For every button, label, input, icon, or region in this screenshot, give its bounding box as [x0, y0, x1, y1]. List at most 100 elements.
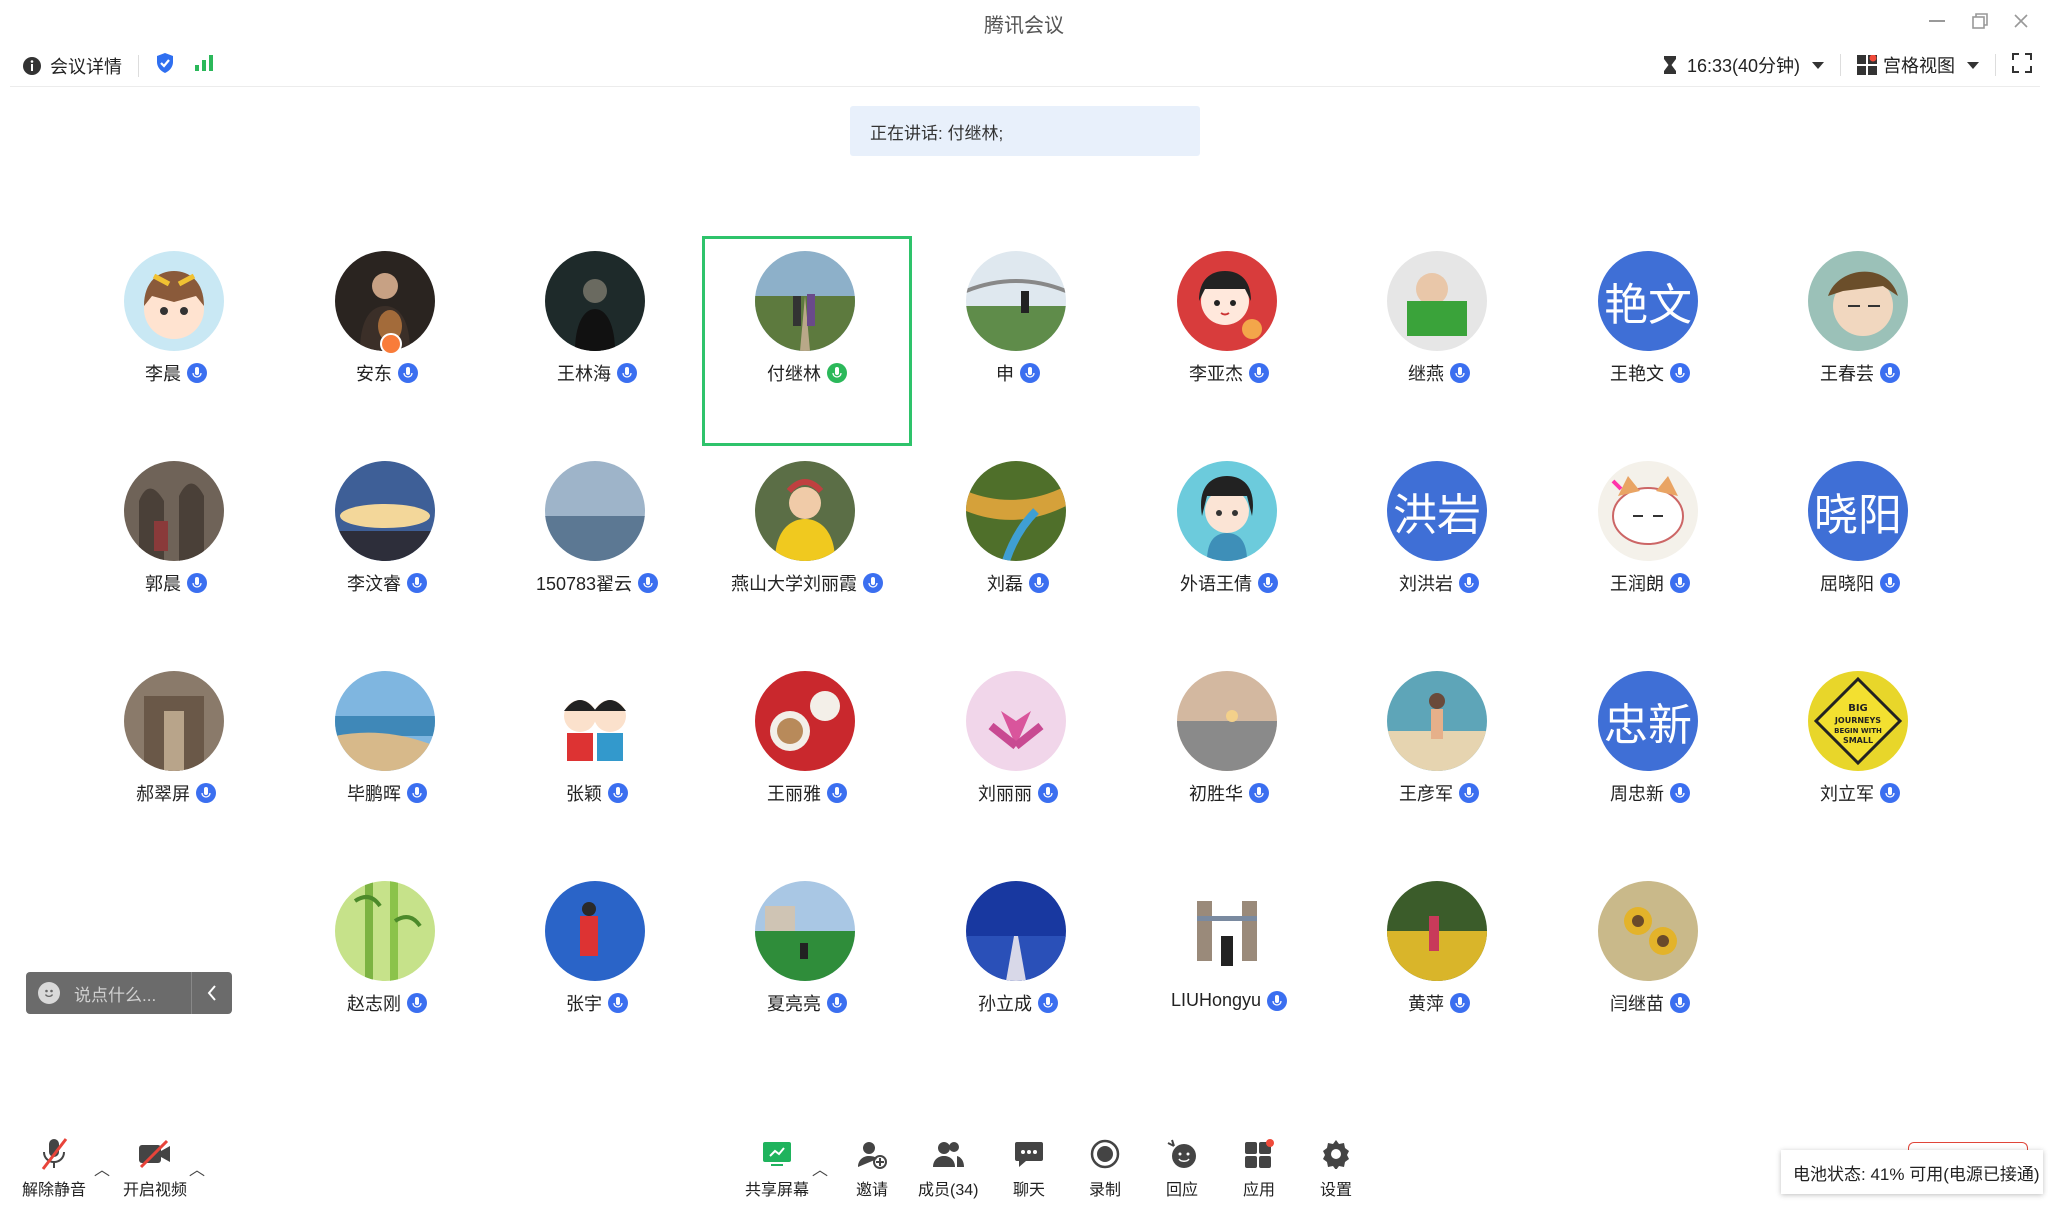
avatar [1598, 461, 1698, 561]
video-options-chevron-icon[interactable]: ︿ [189, 1156, 205, 1180]
participant-name-row: 李亚杰 [1124, 360, 1334, 386]
participant-tile[interactable]: 燕山大学刘丽霞 [702, 446, 912, 656]
participant-tile[interactable]: 洪岩 刘洪岩 [1334, 446, 1544, 656]
emoji-icon[interactable] [38, 982, 60, 1004]
share-options-chevron-icon[interactable]: ︿ [812, 1156, 828, 1180]
invite-button[interactable]: 邀请 [852, 1136, 892, 1200]
quick-chat-placeholder[interactable]: 说点什么... [74, 981, 156, 1006]
participant-name: 150783翟云 [535, 574, 633, 594]
participant-name-row: 刘磊 [913, 570, 1123, 596]
participant-name: 燕山大学刘丽霞 [731, 574, 857, 594]
participant-tile[interactable]: 王彦军 [1334, 656, 1544, 866]
share-screen-button[interactable]: 共享屏幕 [745, 1136, 809, 1200]
host-badge-icon [380, 333, 402, 355]
meeting-details-label: 会议详情 [50, 56, 122, 77]
participant-tile[interactable]: 安东 [282, 236, 492, 446]
close-button[interactable] [2004, 8, 2038, 34]
participant-tile[interactable]: 毕鹏晖 [282, 656, 492, 866]
participant-name: 刘洪岩 [1399, 574, 1453, 594]
chevron-down-icon [1812, 61, 1824, 69]
participant-tile[interactable]: 外语王倩 [1124, 446, 1334, 656]
mic-icon [1670, 783, 1690, 803]
svg-text:JOURNEYS: JOURNEYS [1834, 716, 1881, 725]
mic-icon [1038, 993, 1058, 1013]
participant-grid: 李晨 安东 王林海 付继林申李亚杰 继燕 艳文 王艳文王春芸郭晨李汶睿 150783翟云 燕山大… [0, 0, 2048, 1214]
participant-tile[interactable]: 闫继苗 [1545, 866, 1755, 1076]
participant-tile[interactable]: 付继林 [702, 236, 912, 446]
participant-tile[interactable]: 李晨 [71, 236, 281, 446]
mic-icon [1880, 783, 1900, 803]
participant-name-row: 刘丽丽 [913, 780, 1123, 806]
participant-tile[interactable]: 孙立成 [913, 866, 1123, 1076]
camera-off-icon [139, 1139, 170, 1169]
mic-icon [407, 993, 427, 1013]
participant-tile[interactable]: 刘丽丽 [913, 656, 1123, 866]
participant-tile[interactable]: 郝翠屏 [71, 656, 281, 866]
info-icon [23, 56, 41, 75]
avatar [966, 881, 1066, 981]
participant-tile[interactable]: 申 [913, 236, 1123, 446]
participant-name: 王春芸 [1820, 364, 1874, 384]
svg-text:SMALL: SMALL [1843, 736, 1873, 745]
mic-icon [1249, 783, 1269, 803]
participant-tile[interactable]: 艳文 王艳文 [1545, 236, 1755, 446]
start-video-button[interactable]: 开启视频 [123, 1136, 187, 1200]
avatar [335, 461, 435, 561]
divider [138, 54, 139, 77]
participant-tile[interactable]: 初胜华 [1124, 656, 1334, 866]
participant-tile[interactable]: 王林海 [492, 236, 702, 446]
participant-tile[interactable]: 王润朗 [1545, 446, 1755, 656]
participant-tile[interactable]: LIUHongyu [1124, 866, 1334, 1076]
settings-button[interactable]: 设置 [1316, 1136, 1356, 1200]
participant-tile[interactable]: 继燕 [1334, 236, 1544, 446]
avatar [1598, 881, 1698, 981]
participant-name: 李汶睿 [347, 574, 401, 594]
participant-tile[interactable]: 张宇 [492, 866, 702, 1076]
participant-tile[interactable]: 李亚杰 [1124, 236, 1334, 446]
unmute-button[interactable]: 解除静音 [22, 1136, 86, 1200]
participant-tile[interactable]: 李汶睿 [282, 446, 492, 656]
participant-tile[interactable]: 张颖 [492, 656, 702, 866]
participant-tile[interactable]: 晓阳 屈晓阳 [1755, 446, 1965, 656]
divider [1995, 54, 1996, 76]
participant-name-row: 王润朗 [1545, 570, 1755, 596]
participant-tile[interactable]: 忠新 周忠新 [1545, 656, 1755, 866]
participant-tile[interactable]: 王春芸 [1755, 236, 1965, 446]
participant-name: 赵志刚 [347, 994, 401, 1014]
participant-tile[interactable]: 郭晨 [71, 446, 281, 656]
signal-strength-icon[interactable] [195, 55, 213, 76]
react-button[interactable]: 回应 [1162, 1136, 1202, 1200]
mic-icon [1258, 573, 1278, 593]
fullscreen-button[interactable] [2012, 52, 2032, 78]
participant-tile[interactable]: 王丽雅 [702, 656, 912, 866]
participant-name-row: 王林海 [492, 360, 702, 386]
view-mode-button[interactable]: 宫格视图 [1857, 52, 1979, 78]
collapse-chat-button[interactable] [191, 972, 232, 1014]
participant-tile[interactable]: 夏亮亮 [702, 866, 912, 1076]
meeting-timer[interactable]: 16:33(40分钟) [1663, 52, 1824, 78]
participant-tile[interactable]: BIG JOURNEYS BEGIN WITH SMALL 刘立军 [1755, 656, 1965, 866]
meeting-details-button[interactable]: 会议详情 [22, 53, 122, 79]
record-label: 录制 [1088, 1182, 1121, 1199]
apps-label: 应用 [1242, 1182, 1275, 1199]
chat-button[interactable]: 聊天 [1009, 1136, 1049, 1200]
record-button[interactable]: 录制 [1085, 1136, 1125, 1200]
participant-tile[interactable]: 150783翟云 [492, 446, 702, 656]
avatar [755, 881, 855, 981]
quick-chat-bar[interactable]: 说点什么... [26, 972, 232, 1014]
apps-button[interactable]: 应用 [1239, 1136, 1279, 1200]
security-shield-icon[interactable] [155, 52, 175, 79]
participant-tile[interactable]: 刘磊 [913, 446, 1123, 656]
participant-tile[interactable]: 赵志刚 [282, 866, 492, 1076]
avatar [335, 671, 435, 771]
avatar [124, 251, 224, 351]
audio-options-chevron-icon[interactable]: ︿ [94, 1156, 110, 1180]
members-button[interactable]: 成员(34) [918, 1136, 978, 1200]
participant-tile[interactable]: 黄萍 [1334, 866, 1544, 1076]
restore-button[interactable] [1963, 8, 1997, 34]
mic-icon [1880, 573, 1900, 593]
avatar [1177, 251, 1277, 351]
mic-icon [1038, 783, 1058, 803]
minimize-button[interactable] [1920, 8, 1954, 34]
avatar [1387, 251, 1487, 351]
